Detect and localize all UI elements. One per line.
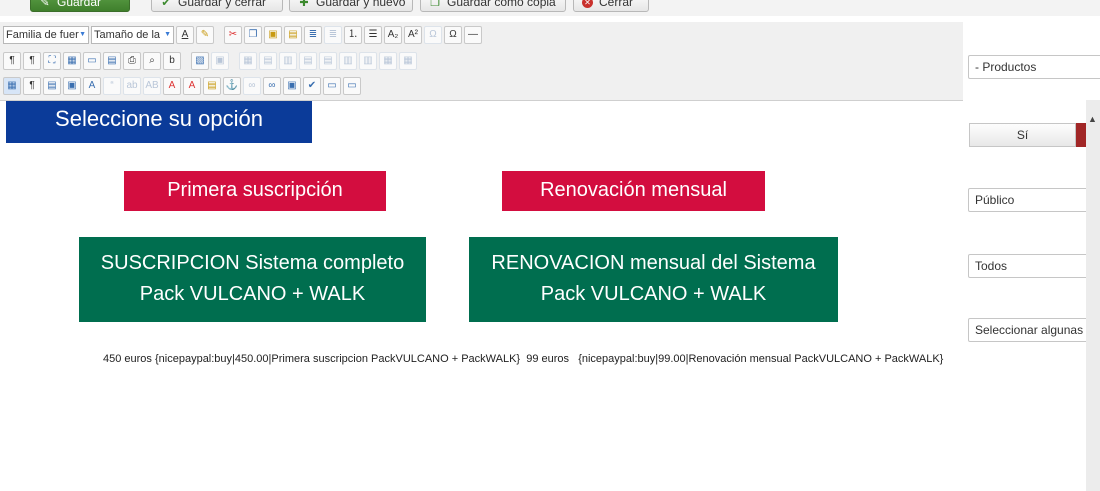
- rtl-icon[interactable]: ¶: [23, 52, 41, 70]
- insert-image-icon[interactable]: ▧: [191, 52, 209, 70]
- unlink-icon[interactable]: ∞: [243, 77, 261, 95]
- pagebreak-icon[interactable]: ▭: [343, 77, 361, 95]
- superscript-icon[interactable]: A²: [404, 26, 422, 44]
- save-button[interactable]: ✎ Guardar: [30, 0, 130, 12]
- highlight-color-icon[interactable]: ✎: [196, 26, 214, 44]
- unordered-list-icon[interactable]: ☰: [364, 26, 382, 44]
- link-icon[interactable]: ∞: [263, 77, 281, 95]
- show-blocks-icon[interactable]: ¶: [23, 77, 41, 95]
- abbr-icon[interactable]: ab: [123, 77, 141, 95]
- cite-icon[interactable]: “: [103, 77, 121, 95]
- scrollbar[interactable]: ▲: [1086, 100, 1100, 491]
- subscript-icon[interactable]: A₂: [384, 26, 402, 44]
- language-select[interactable]: Todos: [968, 254, 1100, 278]
- horizontal-rule-icon[interactable]: —: [464, 26, 482, 44]
- cut-icon[interactable]: ✂: [224, 26, 242, 44]
- special-char-icon[interactable]: Ω: [444, 26, 462, 44]
- edit-icon: ✎: [40, 0, 50, 9]
- font-family-select[interactable]: Familia de fuer ▼: [3, 26, 89, 44]
- renewal-card[interactable]: RENOVACION mensual del Sistema Pack VULC…: [469, 237, 838, 322]
- deletion-icon[interactable]: A: [163, 77, 181, 95]
- visual-aid-icon[interactable]: ▦: [3, 77, 21, 95]
- find-icon[interactable]: ⌕: [143, 52, 161, 70]
- category-select[interactable]: - Productos: [968, 55, 1100, 79]
- check-icon: ✔: [161, 0, 171, 9]
- font-size-select[interactable]: Tamaño de la ▼: [91, 26, 174, 44]
- readmore-icon[interactable]: ▭: [323, 77, 341, 95]
- ltr-icon[interactable]: ¶: [3, 52, 21, 70]
- scroll-up-icon[interactable]: ▲: [1088, 114, 1097, 124]
- anchor-icon[interactable]: ⚓: [223, 77, 241, 95]
- toolbar-row-3: ▦ ¶ ▤ ▣ A “ ab AB A A ▤ ⚓ ∞ ∞ ▣ ✔ ▭ ▭: [3, 75, 361, 97]
- merge-cells-icon[interactable]: ▦: [379, 52, 397, 70]
- plus-icon: ✚: [299, 0, 309, 9]
- save-close-button[interactable]: ✔ Guardar y cerrar: [151, 0, 283, 12]
- paste-word-icon[interactable]: ≣: [304, 26, 322, 44]
- insert-layer-icon[interactable]: ▣: [63, 77, 81, 95]
- paste-text-icon[interactable]: ▤: [284, 26, 302, 44]
- tags-input[interactable]: Seleccionar algunas o: [968, 318, 1100, 342]
- delete-col-icon[interactable]: ▥: [359, 52, 377, 70]
- media-icon[interactable]: ▣: [211, 52, 229, 70]
- insert-row-icon[interactable]: ▤: [299, 52, 317, 70]
- delete-row-icon[interactable]: ▤: [319, 52, 337, 70]
- replace-icon[interactable]: b: [163, 52, 181, 70]
- toolbar-row-1: Familia de fuer ▼ Tamaño de la ▼ A ✎ ✂ ❐ ▣…: [3, 24, 482, 46]
- insertion-icon[interactable]: A: [183, 77, 201, 95]
- table-row-icon[interactable]: ▤: [259, 52, 277, 70]
- paste-html-icon[interactable]: ≣: [324, 26, 342, 44]
- chevron-down-icon: ▼: [79, 31, 86, 38]
- copy-icon[interactable]: ❐: [244, 26, 262, 44]
- insert-file-icon[interactable]: ▤: [43, 77, 61, 95]
- close-icon: ✕: [582, 0, 593, 9]
- insert-col-icon[interactable]: ▥: [339, 52, 357, 70]
- preview-icon[interactable]: ▭: [83, 52, 101, 70]
- image-manager-icon[interactable]: ▣: [283, 77, 301, 95]
- access-select[interactable]: Público: [968, 188, 1100, 212]
- special-chars-dim-icon[interactable]: Ω: [424, 26, 442, 44]
- paypal-shortcode-text: 450 euros {nicepaypal:buy|450.00|Primera…: [103, 353, 944, 365]
- split-cells-icon[interactable]: ▦: [399, 52, 417, 70]
- style-props-icon[interactable]: A: [83, 77, 101, 95]
- document-icon[interactable]: ▤: [103, 52, 121, 70]
- table-col-icon[interactable]: ▥: [279, 52, 297, 70]
- action-bar: ✎ Guardar ✔ Guardar y cerrar ✚ Guardar y nu…: [0, 0, 1100, 16]
- spellcheck-icon[interactable]: ✔: [303, 77, 321, 95]
- card-line-1: SUSCRIPCION Sistema completo: [100, 252, 405, 274]
- template-icon[interactable]: ▦: [63, 52, 81, 70]
- first-subscription-button[interactable]: Primera suscripción: [124, 171, 386, 211]
- copy-icon: ❐: [430, 0, 440, 9]
- toolbar-row-2: ¶ ¶ ⛶ ▦ ▭ ▤ ⎙ ⌕ b ▧ ▣ ▦ ▤ ▥ ▤ ▤ ▥ ▥ ▦ ▦: [3, 50, 417, 72]
- print-icon[interactable]: ⎙: [123, 52, 141, 70]
- subscription-card[interactable]: SUSCRIPCION Sistema completo Pack VULCAN…: [79, 237, 426, 322]
- close-button[interactable]: ✕ Cerrar: [573, 0, 649, 12]
- editor-toolbar: Familia de fuer ▼ Tamaño de la ▼ A ✎ ✂ ❐ ▣…: [0, 22, 963, 101]
- acronym-icon[interactable]: AB: [143, 77, 161, 95]
- text-color-icon[interactable]: A: [176, 26, 194, 44]
- card-line-1: RENOVACION mensual del Sistema: [491, 252, 816, 274]
- chevron-down-icon: ▼: [164, 31, 171, 38]
- table-icon[interactable]: ▦: [239, 52, 257, 70]
- featured-toggle[interactable]: Sí: [969, 123, 1100, 147]
- ordered-list-icon[interactable]: ⒈: [344, 26, 362, 44]
- select-option-banner: Seleccione su opción: [6, 101, 312, 143]
- fullscreen-icon[interactable]: ⛶: [43, 52, 61, 70]
- editor-content[interactable]: Seleccione su opción Primera suscripción…: [0, 101, 963, 491]
- save-new-button[interactable]: ✚ Guardar y nuevo: [289, 0, 413, 12]
- save-copy-button[interactable]: ❐ Guardar como copia: [420, 0, 566, 12]
- card-line-2: Pack VULCANO + WALK: [540, 283, 767, 305]
- attributes-icon[interactable]: ▤: [203, 77, 221, 95]
- card-line-2: Pack VULCANO + WALK: [139, 283, 366, 305]
- paste-icon[interactable]: ▣: [264, 26, 282, 44]
- toggle-yes[interactable]: Sí: [969, 123, 1076, 147]
- monthly-renewal-button[interactable]: Renovación mensual: [502, 171, 765, 211]
